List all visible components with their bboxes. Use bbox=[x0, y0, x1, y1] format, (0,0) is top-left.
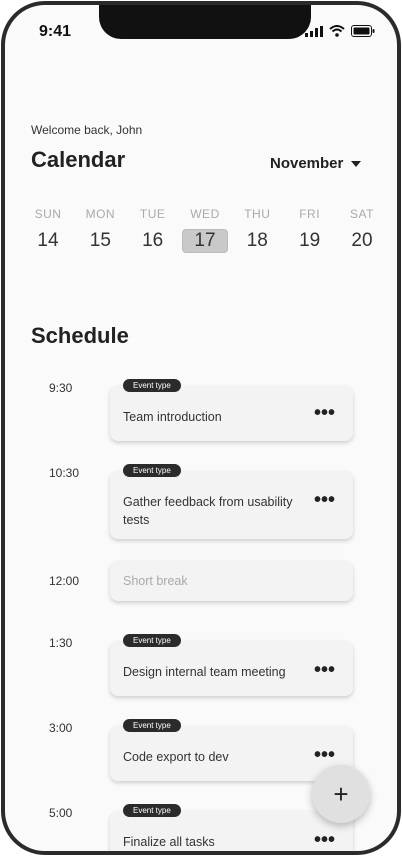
event-type-badge: Event type bbox=[123, 719, 181, 732]
break-card[interactable]: Short break bbox=[110, 561, 353, 601]
more-icon[interactable]: ••• bbox=[314, 490, 335, 510]
day-of-week: THU bbox=[244, 207, 271, 221]
event-card[interactable]: Code export to dev ••• bbox=[110, 726, 353, 781]
day-thu[interactable]: THU 18 bbox=[234, 207, 280, 253]
event-card[interactable]: Finalize all tasks ••• bbox=[110, 811, 353, 851]
day-of-week: TUE bbox=[139, 207, 166, 221]
notch bbox=[99, 5, 311, 39]
day-fri[interactable]: FRI 19 bbox=[287, 207, 333, 253]
event-title: Finalize all tasks bbox=[123, 835, 215, 849]
event-title: Code export to dev bbox=[123, 750, 229, 764]
day-mon[interactable]: MON 15 bbox=[77, 207, 123, 253]
status-time: 9:41 bbox=[39, 23, 72, 40]
event-time: 1:30 bbox=[49, 636, 73, 650]
week-strip: SUN 14 MON 15 TUE 16 WED 17 THU 18 FRI 19 SAT 2… bbox=[25, 207, 385, 253]
day-number: 16 bbox=[142, 230, 164, 251]
add-event-button[interactable]: + bbox=[312, 765, 370, 823]
event-title: Gather feedback from usability tests bbox=[123, 495, 293, 527]
plus-icon: + bbox=[333, 778, 349, 809]
event-type-badge: Event type bbox=[123, 634, 181, 647]
event-type-badge: Event type bbox=[123, 379, 181, 392]
month-selector[interactable]: November bbox=[270, 155, 362, 172]
day-number: 15 bbox=[89, 230, 111, 251]
event-time: 3:00 bbox=[49, 721, 73, 735]
event-time: 9:30 bbox=[49, 381, 73, 395]
more-icon[interactable]: ••• bbox=[314, 745, 335, 765]
more-icon[interactable]: ••• bbox=[314, 403, 335, 423]
day-of-week: FRI bbox=[299, 207, 321, 221]
day-of-week: SAT bbox=[349, 207, 374, 221]
phone-screen: 9:41 Welcome back, John Calendar Novembe… bbox=[0, 0, 402, 856]
day-of-week: SUN bbox=[34, 207, 62, 221]
event-time: 12:00 bbox=[49, 574, 80, 588]
day-sun[interactable]: SUN 14 bbox=[25, 207, 71, 253]
day-number: 20 bbox=[351, 230, 373, 251]
event-card[interactable]: Gather feedback from usability tests ••• bbox=[110, 471, 353, 539]
day-number: 19 bbox=[299, 230, 321, 251]
event-card[interactable]: Design internal team meeting ••• bbox=[110, 641, 353, 696]
day-wed[interactable]: WED 17 bbox=[181, 207, 228, 253]
break-label: Short break bbox=[123, 574, 188, 588]
event-title: Design internal team meeting bbox=[123, 665, 286, 679]
event-card[interactable]: Team introduction ••• bbox=[110, 386, 353, 441]
day-of-week: MON bbox=[85, 207, 116, 221]
device-frame: 9:41 Welcome back, John Calendar Novembe… bbox=[1, 1, 401, 855]
month-label: November bbox=[270, 155, 344, 172]
welcome-text: Welcome back, John bbox=[31, 123, 143, 137]
wifi-icon bbox=[329, 25, 345, 37]
event-title: Team introduction bbox=[123, 410, 222, 424]
battery-icon bbox=[351, 25, 375, 37]
schedule-title: Schedule bbox=[31, 323, 129, 348]
caret-down-icon bbox=[351, 160, 362, 167]
day-number: 18 bbox=[246, 230, 268, 251]
page-title: Calendar bbox=[31, 147, 126, 172]
status-icons bbox=[305, 25, 375, 37]
day-number: 14 bbox=[37, 230, 59, 251]
day-tue[interactable]: TUE 16 bbox=[130, 207, 176, 253]
more-icon[interactable]: ••• bbox=[314, 660, 335, 680]
more-icon[interactable]: ••• bbox=[314, 830, 335, 850]
event-type-badge: Event type bbox=[123, 464, 181, 477]
event-type-badge: Event type bbox=[123, 804, 181, 817]
day-sat[interactable]: SAT 20 bbox=[339, 207, 385, 253]
day-number: 17 bbox=[181, 229, 228, 253]
event-time: 5:00 bbox=[49, 806, 73, 820]
day-of-week: WED bbox=[190, 207, 220, 221]
event-time: 10:30 bbox=[49, 466, 80, 480]
